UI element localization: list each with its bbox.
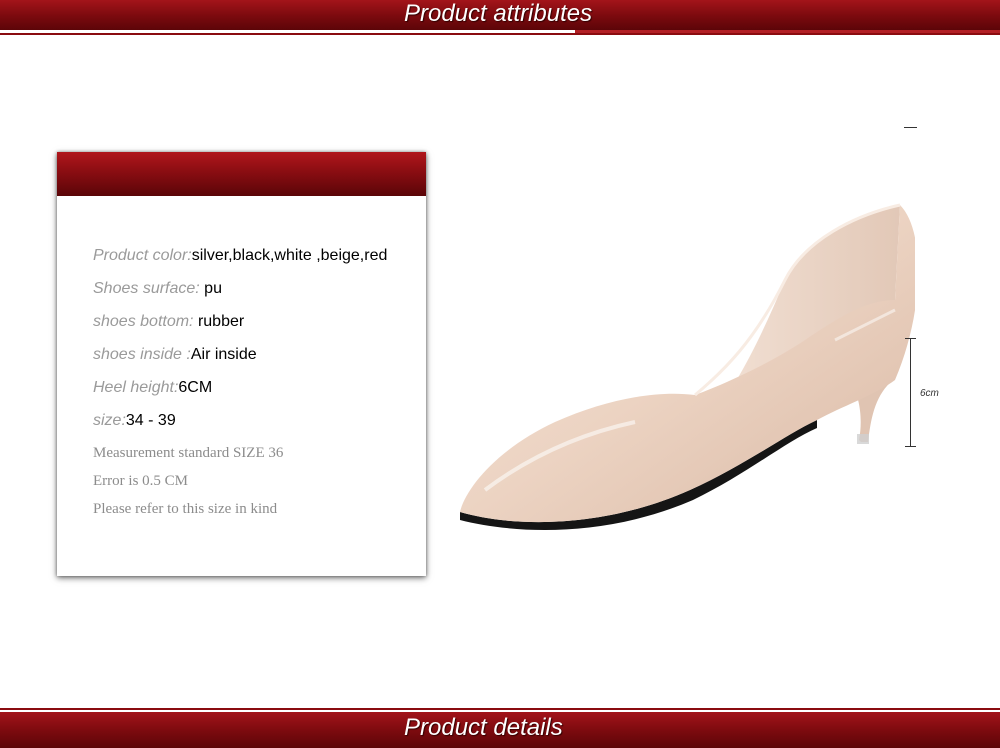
attr-value: 34 - 39: [125, 412, 176, 429]
note-refer-size: Please refer to this size in kind: [93, 501, 278, 517]
attr-value: rubber: [197, 313, 245, 330]
attr-product-color: Product color:silver,black,white ,beige,…: [93, 246, 387, 266]
attr-label: Heel height:: [93, 379, 179, 396]
decorative-dash: [904, 127, 917, 128]
attr-label: Shoes surface:: [93, 280, 205, 297]
note-measurement-standard: Measurement standard SIZE 36: [93, 445, 284, 461]
details-title: Product details: [404, 714, 563, 741]
attr-value: Air inside: [190, 346, 257, 363]
attr-label: size:: [93, 412, 126, 429]
attr-label: shoes inside :: [93, 346, 191, 363]
attr-label: Product color:: [93, 247, 192, 264]
attr-shoes-bottom: shoes bottom: rubber: [93, 312, 244, 332]
attr-shoes-surface: Shoes surface: pu: [93, 279, 222, 299]
banner-divider: [0, 33, 1000, 35]
details-banner: Product details: [0, 712, 1000, 748]
attr-label: shoes bottom:: [93, 313, 198, 330]
heel-dimension-line: [910, 338, 911, 446]
attributes-title: Product attributes: [404, 0, 593, 27]
dimension-tick-bottom: [905, 446, 916, 447]
shoe-image: [460, 203, 915, 530]
attr-size: size:34 - 39: [93, 411, 176, 431]
attr-value: pu: [204, 280, 222, 297]
attr-shoes-inside: shoes inside :Air inside: [93, 345, 257, 365]
attr-value: 6CM: [178, 379, 213, 396]
note-error-margin: Error is 0.5 CM: [93, 473, 188, 489]
attributes-card: Product color:silver,black,white ,beige,…: [57, 152, 426, 576]
attributes-banner: Product attributes: [0, 0, 1000, 30]
footer-divider: [0, 708, 1000, 710]
attr-heel-height: Heel height:6CM: [93, 378, 212, 398]
heel-dimension-label: 6cm: [920, 388, 939, 399]
card-header-bar: [57, 152, 426, 196]
attr-value: silver,black,white ,beige,red: [191, 247, 388, 264]
